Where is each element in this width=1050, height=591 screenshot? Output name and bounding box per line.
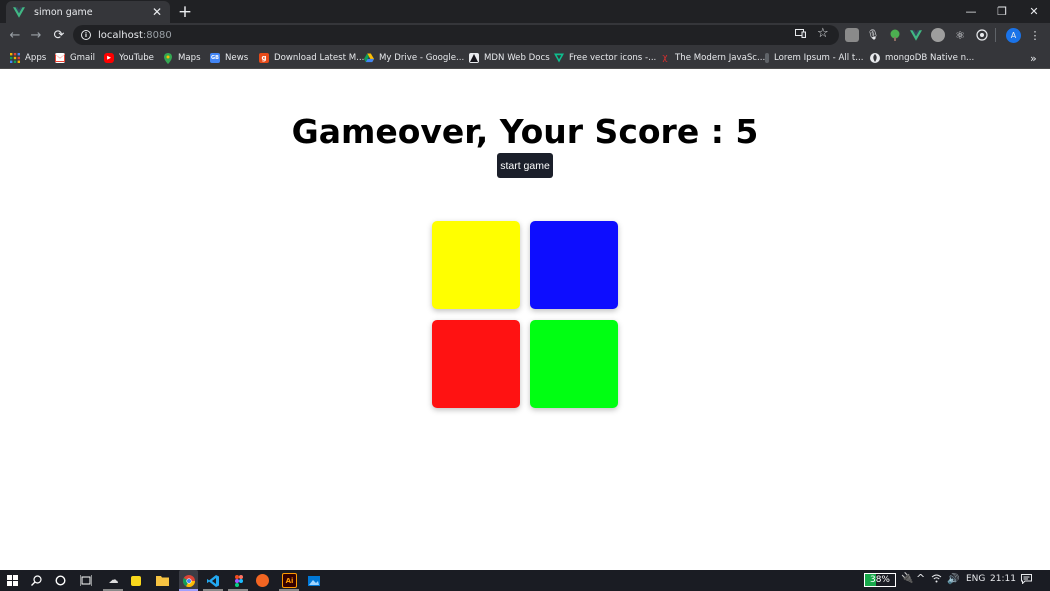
red-pad[interactable] [432, 320, 520, 408]
bookmark-mdn[interactable]: MDN Web Docs [469, 51, 550, 65]
extension-globe-icon[interactable] [931, 28, 945, 42]
mdn-icon [469, 53, 479, 63]
battery-percent: 38% [869, 575, 890, 585]
bookmark-label: The Modern JavaSc... [675, 53, 766, 63]
youtube-icon: ▶ [104, 53, 114, 63]
bookmark-label: YouTube [119, 53, 154, 63]
volume-icon[interactable]: 🔊 [947, 574, 959, 585]
extension-gray-icon[interactable] [845, 28, 859, 42]
sticky-notes-icon[interactable] [131, 576, 141, 586]
cloud-app-icon[interactable]: ☁ [106, 573, 121, 588]
wifi-icon[interactable] [931, 574, 942, 586]
green-pad[interactable] [530, 320, 618, 408]
toolbar-divider [995, 28, 996, 42]
url-port: :8080 [142, 29, 172, 41]
bookmark-label: Maps [178, 53, 201, 63]
bookmark-label: mongoDB Native n... [885, 53, 975, 63]
minimize-button[interactable]: — [955, 0, 987, 22]
bookmarks-bar: Apps Gmail ▶ YouTube Maps GB News g Down… [0, 47, 1050, 69]
bookmark-modern-javascript[interactable]: χ The Modern JavaSc... [660, 51, 765, 65]
start-game-button[interactable]: start game [497, 153, 553, 178]
language-indicator[interactable]: ENG [966, 574, 985, 584]
bookmark-label: Apps [25, 53, 47, 63]
yellow-pad[interactable] [432, 221, 520, 309]
forward-arrow-icon[interactable]: → [26, 25, 46, 45]
bookmark-label: Lorem Ipsum - All t... [774, 53, 864, 63]
file-explorer-icon[interactable] [155, 573, 170, 588]
extension-mic-icon[interactable]: 🎙 [866, 28, 880, 42]
close-window-button[interactable]: ✕ [1018, 0, 1050, 22]
vector-icons-icon [554, 53, 564, 63]
extension-target-icon[interactable] [975, 28, 989, 42]
javascript-info-icon: χ [662, 53, 668, 63]
bookmark-mongodb[interactable]: mongoDB Native n... [870, 51, 974, 65]
news-icon: GB [210, 53, 220, 63]
bookmark-label: MDN Web Docs [484, 53, 550, 63]
back-arrow-icon[interactable]: ← [5, 25, 25, 45]
bookmark-star-icon[interactable]: ☆ [817, 26, 829, 41]
restore-button[interactable]: ❐ [986, 0, 1018, 22]
vue-logo-icon [12, 5, 26, 19]
bookmark-download-latest[interactable]: g Download Latest M... [259, 51, 364, 65]
power-plug-icon[interactable]: 🔌 [901, 573, 913, 584]
bookmark-label: Download Latest M... [274, 53, 365, 63]
bookmark-maps[interactable]: Maps [163, 51, 201, 65]
bookmark-gmail[interactable]: Gmail [55, 51, 95, 65]
google-drive-icon [364, 53, 374, 63]
mongodb-icon [870, 53, 880, 63]
download-site-icon: g [259, 53, 269, 63]
apps-grid-icon [10, 53, 20, 63]
cortana-icon[interactable] [53, 573, 68, 588]
tab-strip: simon game ✕ + — ❐ ✕ [0, 0, 1050, 23]
notifications-icon[interactable] [1021, 574, 1032, 587]
task-view-icon[interactable] [78, 573, 93, 588]
tray-chevron-up-icon[interactable]: ^ [916, 572, 925, 585]
search-icon[interactable] [29, 573, 44, 588]
windows-start-icon[interactable] [5, 573, 20, 588]
tab-title: simon game [34, 6, 93, 18]
profile-avatar[interactable]: A [1006, 28, 1021, 43]
lorem-ipsum-icon [765, 53, 769, 63]
clock-time[interactable]: 21:11 [990, 574, 1016, 584]
bookmark-news[interactable]: GB News [210, 51, 248, 65]
bookmark-label: Gmail [70, 53, 96, 63]
cast-icon[interactable] [795, 28, 806, 41]
url-host: localhost [98, 29, 143, 41]
address-bar[interactable]: i localhost:8080 ☆ [73, 25, 839, 45]
vscode-icon[interactable] [205, 573, 220, 588]
bookmark-lorem-ipsum[interactable]: Lorem Ipsum - All t... [765, 51, 863, 65]
browser-menu-icon[interactable]: ⋮ [1028, 28, 1042, 42]
bookmarks-overflow-icon[interactable]: » [1030, 51, 1037, 65]
bookmark-free-vector-icons[interactable]: Free vector icons -... [554, 51, 656, 65]
page-title: Gameover, Your Score : 5 [291, 112, 759, 151]
reload-icon[interactable]: ⟳ [49, 25, 69, 45]
blue-pad[interactable] [530, 221, 618, 309]
bookmark-label: News [225, 53, 249, 63]
new-tab-button[interactable]: + [176, 2, 194, 22]
tab-close-icon[interactable]: ✕ [150, 5, 164, 19]
bookmark-google-drive[interactable]: My Drive - Google... [364, 51, 464, 65]
maps-icon [163, 52, 173, 64]
photos-app-icon[interactable] [306, 573, 321, 588]
game-page: Gameover, Your Score : 5 start game [0, 70, 1050, 570]
extension-tree-icon[interactable] [888, 28, 902, 42]
bookmark-label: My Drive - Google... [379, 53, 465, 63]
gmail-icon [55, 53, 65, 63]
vue-devtools-icon[interactable] [909, 28, 923, 42]
react-devtools-icon[interactable]: ⚛ [953, 28, 967, 42]
battery-indicator[interactable]: 38% [864, 573, 896, 587]
site-info-icon[interactable]: i [81, 30, 91, 40]
postman-icon[interactable] [256, 574, 269, 587]
bookmark-label: Free vector icons -... [569, 53, 657, 63]
bookmark-apps[interactable]: Apps [10, 51, 46, 65]
figma-icon[interactable] [231, 573, 246, 588]
bookmark-youtube[interactable]: ▶ YouTube [104, 51, 154, 65]
illustrator-icon[interactable]: Ai [282, 573, 297, 588]
chrome-icon[interactable] [179, 570, 198, 591]
browser-tab-simon-game[interactable]: simon game ✕ [6, 1, 170, 23]
